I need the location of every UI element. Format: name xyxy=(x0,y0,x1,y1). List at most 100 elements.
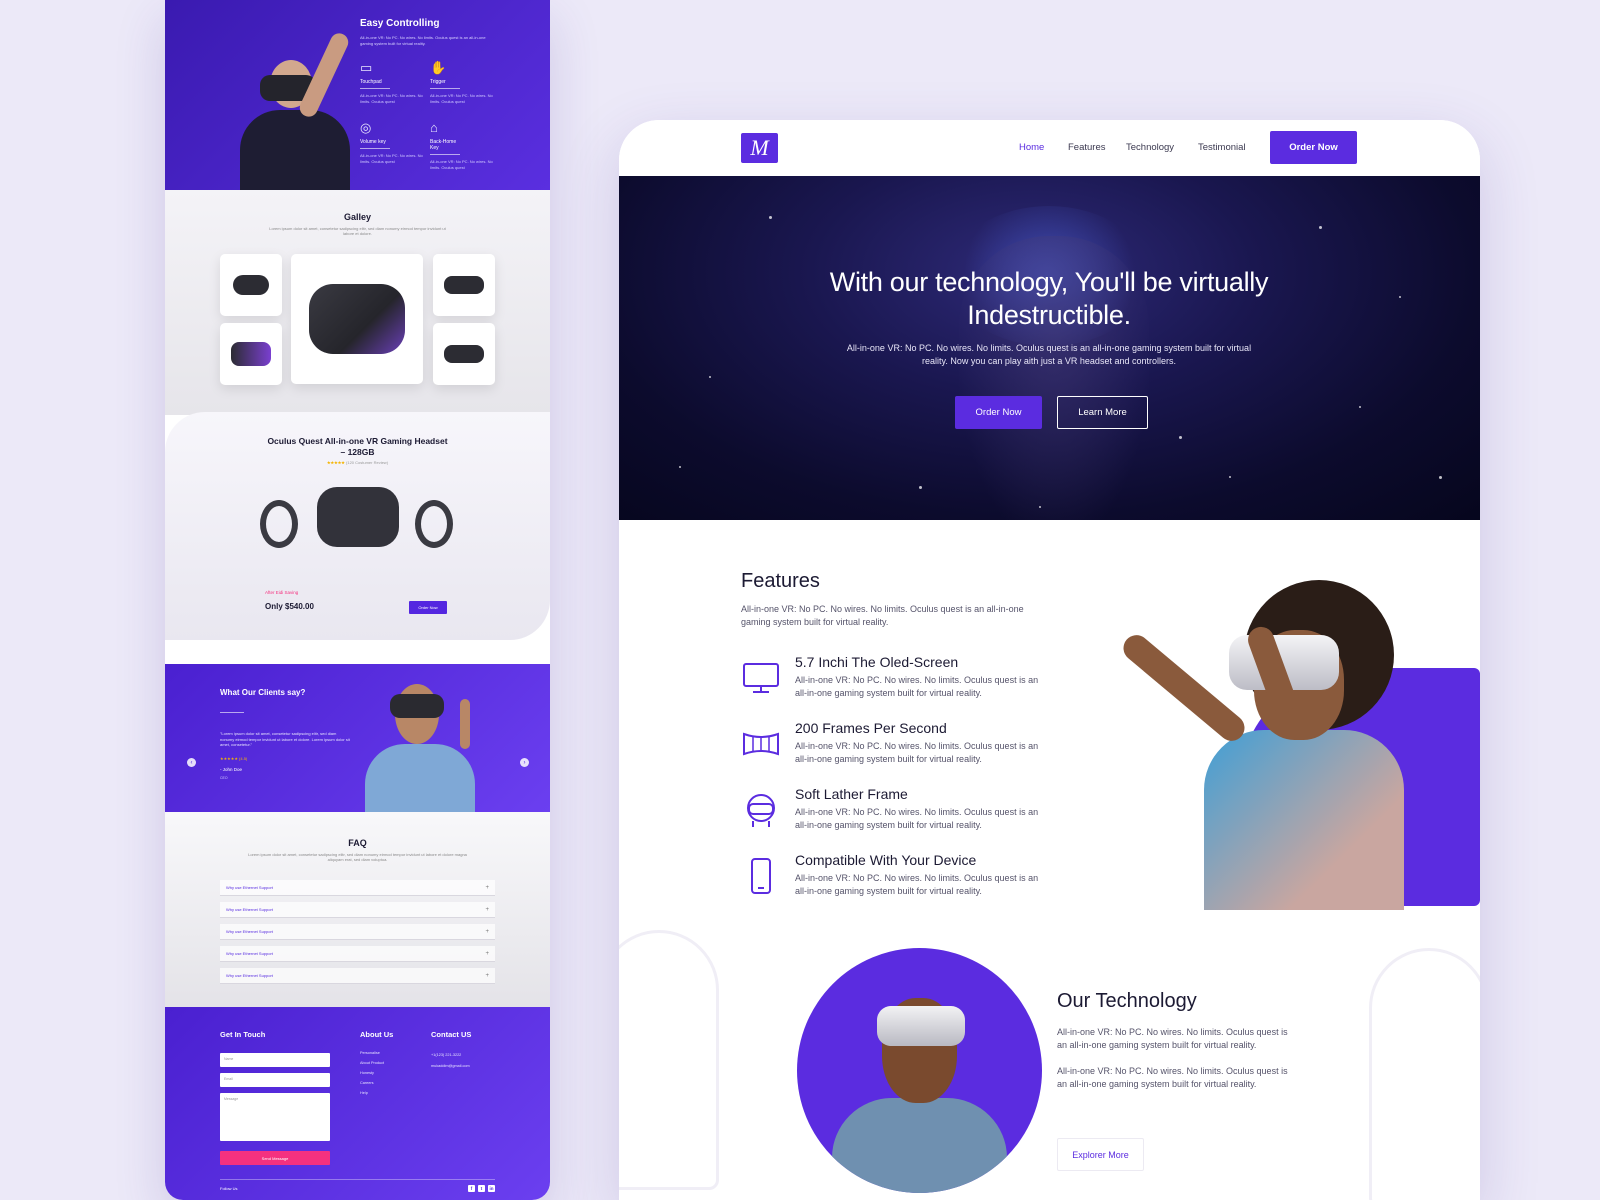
hero-learn-more-button[interactable]: Learn More xyxy=(1057,396,1148,429)
follow-us-label: Follow Us xyxy=(220,1186,238,1191)
top-nav: M Home Features Technology Testimonial O… xyxy=(619,120,1480,176)
monitor-icon xyxy=(743,663,779,693)
panorama-icon xyxy=(743,732,779,756)
gallery-image-controllers[interactable] xyxy=(220,254,282,316)
linkedin-icon[interactable]: in xyxy=(488,1185,495,1192)
nav-technology[interactable]: Technology xyxy=(1126,142,1174,153)
title-divider xyxy=(220,712,244,713)
left-mockup: Easy Controlling All-in-one VR: No PC. N… xyxy=(165,0,550,1200)
gallery-title: Galley xyxy=(343,212,372,222)
technology-section: Our Technology All-in-one VR: No PC. No … xyxy=(619,910,1480,1200)
feature-touchpad: ▭ Touchpad All-in-one VR: No PC. No wire… xyxy=(360,60,430,105)
message-field[interactable]: Message xyxy=(220,1093,330,1141)
technology-man-image xyxy=(797,948,1042,1193)
nav-order-button[interactable]: Order Now xyxy=(1270,131,1357,164)
hero-title: With our technology, You'll be virtually… xyxy=(829,267,1269,330)
feature-volume-key: ◎ Volume key All-in-one VR: No PC. No wi… xyxy=(360,120,430,165)
footer-link[interactable]: Honesty xyxy=(360,1071,374,1075)
footer-link[interactable]: Personalise xyxy=(360,1051,380,1055)
faq-subtitle: Lorem ipsum dolor sit amet, consetetur s… xyxy=(248,852,467,862)
features-title: Features xyxy=(741,570,820,592)
nav-home[interactable]: Home xyxy=(1019,142,1044,153)
easy-controlling-title: Easy Controlling xyxy=(360,18,440,29)
feature-trigger: ✋ Trigger All-in-one VR: No PC. No wires… xyxy=(430,60,500,105)
facebook-icon[interactable]: f xyxy=(468,1185,475,1192)
testimonial-title: What Our Clients say? xyxy=(220,688,306,697)
phone-icon xyxy=(751,858,771,894)
feature-item: Soft Lather Frame All-in-one VR: No PC. … xyxy=(741,786,1051,842)
product-headset-image xyxy=(317,487,399,547)
feature-item: 200 Frames Per Second All-in-one VR: No … xyxy=(741,720,1051,776)
feature-item: 5.7 Inchi The Oled-Screen All-in-one VR:… xyxy=(741,654,1051,710)
name-field[interactable]: Name xyxy=(220,1053,330,1067)
features-section: Features All-in-one VR: No PC. No wires.… xyxy=(619,520,1480,910)
left-controller-image xyxy=(260,500,298,548)
twitter-icon[interactable]: t xyxy=(478,1185,485,1192)
gallery-subtitle: Lorem ipsum dolor sit amet, consetetur s… xyxy=(269,226,446,236)
gallery-image-headset-main[interactable] xyxy=(291,254,423,384)
feature-back-home-key: ⌂ Back-Home Key All-in-one VR: No PC. No… xyxy=(430,120,500,171)
gallery-image-headset-side[interactable] xyxy=(220,323,282,385)
nav-testimonial[interactable]: Testimonial xyxy=(1198,142,1246,153)
faq-title: FAQ xyxy=(348,838,367,848)
product-order-button[interactable]: Order Now xyxy=(409,601,447,614)
testimonial-role: CEO xyxy=(220,776,228,780)
product-section: Oculus Quest All-in-one VR Gaming Headse… xyxy=(165,412,550,640)
plus-icon: + xyxy=(485,906,489,913)
faq-item[interactable]: Why use Ethernet Support + xyxy=(220,924,495,940)
plus-icon: + xyxy=(485,884,489,891)
plus-icon: + xyxy=(485,928,489,935)
technology-paragraph-2: All-in-one VR: No PC. No wires. No limit… xyxy=(1057,1066,1288,1089)
footer-link[interactable]: Careers xyxy=(360,1081,374,1085)
chevron-left-icon[interactable]: ‹ xyxy=(187,758,196,767)
hero-section: With our technology, You'll be virtually… xyxy=(619,176,1480,520)
hand-icon: ✋ xyxy=(430,60,447,75)
faq-section: FAQ Lorem ipsum dolor sit amet, consetet… xyxy=(165,812,550,1007)
gallery-image-headset-set[interactable] xyxy=(433,254,495,316)
product-price: Only $540.00 xyxy=(265,602,314,611)
testimonial-quote: "Lorem ipsum dolor sit amet, consetetur … xyxy=(220,731,350,747)
home-icon: ⌂ xyxy=(430,120,438,135)
contact-title: Contact US xyxy=(431,1030,472,1039)
faq-item[interactable]: Why use Ethernet Support + xyxy=(220,968,495,984)
feature-item: Compatible With Your Device All-in-one V… xyxy=(741,852,1051,908)
footer-section: Get In Touch Name Email Message Send Mes… xyxy=(165,1007,550,1200)
gallery-section: Galley Lorem ipsum dolor sit amet, conse… xyxy=(165,190,550,415)
easy-controlling-section: Easy Controlling All-in-one VR: No PC. N… xyxy=(165,0,550,190)
nav-features[interactable]: Features xyxy=(1068,142,1106,153)
testimonial-rating: ★★★★★ (4.5) xyxy=(220,756,248,761)
technology-paragraph-1: All-in-one VR: No PC. No wires. No limit… xyxy=(1057,1027,1288,1050)
contact-phone: +1(123) 221-3222 xyxy=(431,1053,462,1057)
plus-icon: + xyxy=(485,972,489,979)
vr-man-image xyxy=(215,20,352,190)
decorative-outline-right xyxy=(1369,948,1480,1200)
saving-label: After Eidi Saving xyxy=(265,590,299,595)
features-intro: All-in-one VR: No PC. No wires. No limit… xyxy=(741,604,1024,627)
testimonial-section: What Our Clients say? "Lorem ipsum dolor… xyxy=(165,664,550,812)
easy-controlling-subtitle: All-in-one VR: No PC. No wires. No limit… xyxy=(360,35,486,46)
chevron-right-icon[interactable]: › xyxy=(520,758,529,767)
gallery-image-headset-kit[interactable] xyxy=(433,323,495,385)
email-field[interactable]: Email xyxy=(220,1073,330,1087)
faq-item[interactable]: Why use Ethernet Support + xyxy=(220,946,495,962)
right-mockup: M Home Features Technology Testimonial O… xyxy=(619,120,1480,1200)
brand-logo[interactable]: M xyxy=(741,133,778,163)
gamepad-icon: ◎ xyxy=(360,120,372,135)
testimonial-man-image xyxy=(365,684,485,812)
hero-description: All-in-one VR: No PC. No wires. No limit… xyxy=(846,343,1252,366)
faq-item[interactable]: Why use Ethernet Support + xyxy=(220,902,495,918)
testimonial-author: - John Doe xyxy=(220,767,243,772)
faq-item[interactable]: Why use Ethernet Support + xyxy=(220,880,495,896)
explore-more-button[interactable]: Explorer More xyxy=(1057,1138,1144,1171)
about-title: About Us xyxy=(360,1030,394,1039)
hero-order-button[interactable]: Order Now xyxy=(955,396,1042,429)
send-message-button[interactable]: Send Message xyxy=(220,1151,330,1165)
footer-link[interactable]: Help xyxy=(360,1091,368,1095)
get-in-touch-title: Get In Touch xyxy=(220,1030,266,1039)
contact-email[interactable]: mukaddim@gmail.com xyxy=(431,1064,470,1068)
touchpad-icon: ▭ xyxy=(360,60,373,75)
product-rating: ★★★★★ (120 Costumer Review) xyxy=(326,460,389,465)
footer-divider xyxy=(220,1179,495,1180)
footer-link[interactable]: About Product xyxy=(360,1061,384,1065)
plus-icon: + xyxy=(485,950,489,957)
